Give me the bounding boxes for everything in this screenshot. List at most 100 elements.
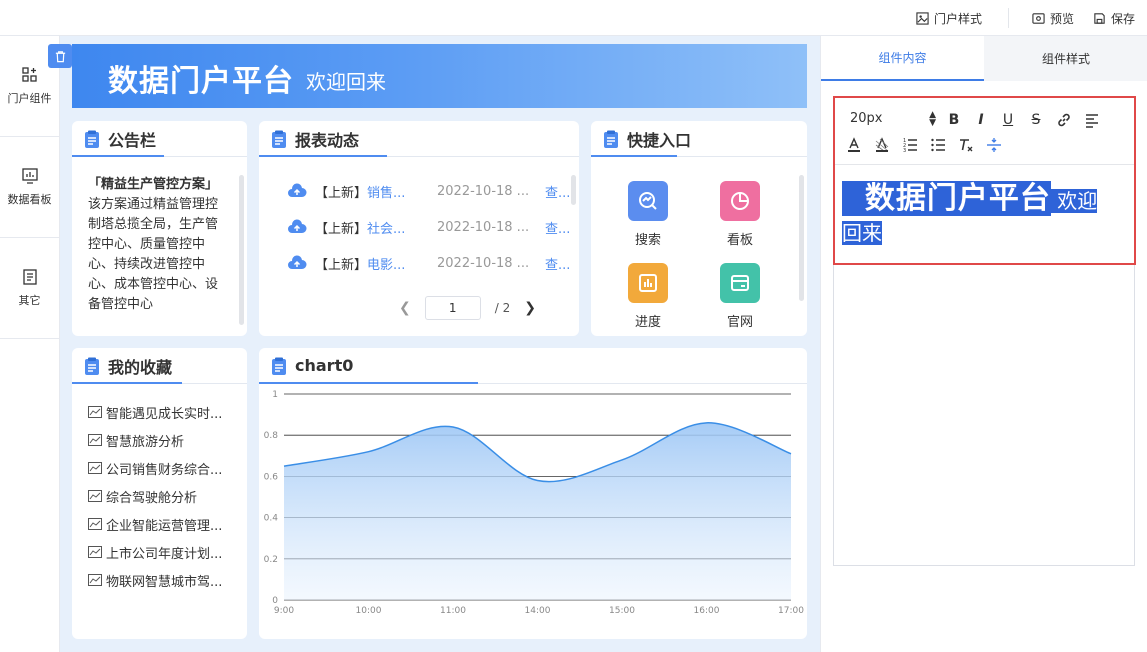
document-icon (22, 269, 37, 285)
chart-card[interactable]: chart0 0 0.2 0.4 0.6 0.8 1 9:00 10:00 11:00 14:00… (259, 348, 807, 639)
report-name[interactable]: 社会... (367, 218, 411, 237)
card-header: 我的收藏 (72, 348, 247, 384)
cloud-upload-icon (288, 183, 307, 197)
favorite-label: 企业智能运营管理... (106, 518, 223, 534)
quick-item-progress[interactable]: 进度 (618, 263, 678, 330)
reports-card[interactable]: 报表动态 【上新】 销售... 2022-10-18 ... 查... 【上新】… (259, 121, 579, 336)
report-date: 2022-10-18 ... (437, 219, 530, 235)
quick-item-website[interactable]: 官网 (710, 263, 770, 330)
report-tag: 【上新】 (315, 257, 368, 273)
board-tile (720, 181, 760, 221)
rail-item-data-board[interactable]: 数据看板 (0, 137, 59, 238)
scrollbar[interactable] (799, 175, 804, 301)
rail-label: 门户组件 (7, 92, 52, 105)
report-name[interactable]: 电影... (367, 254, 411, 273)
report-row[interactable]: 【上新】 电影... 2022-10-18 ... 查... (287, 253, 570, 273)
save-icon (1094, 13, 1105, 24)
prev-page-icon[interactable]: ❮ (399, 300, 411, 316)
page-input[interactable]: 1 (424, 296, 481, 320)
area-chart: 0 0.2 0.4 0.6 0.8 1 9:00 10:00 11:00 14:00 15:00 16… (264, 390, 805, 616)
favorite-item[interactable]: 智能遇见成长实时... (88, 402, 222, 422)
report-name[interactable]: 销售... (367, 182, 411, 201)
scrollbar[interactable] (239, 175, 244, 325)
favorite-label: 上市公司年度计划... (106, 546, 223, 562)
x-tick-label: 9:00 (274, 606, 294, 616)
website-tile (720, 263, 760, 303)
y-tick-label: 0 (272, 596, 278, 606)
line-chart-icon (88, 518, 102, 530)
page-total: / 2 (494, 301, 511, 315)
card-underline (72, 382, 182, 384)
card-title: 快捷入口 (627, 130, 692, 150)
portal-style-button[interactable]: 门户样式 (916, 10, 982, 27)
card-title: 我的收藏 (108, 357, 173, 377)
delete-button[interactable] (48, 44, 72, 68)
favorite-label: 智慧旅游分析 (106, 434, 185, 450)
favorite-label: 智能遇见成长实时... (106, 406, 223, 422)
report-tag: 【上新】 (315, 221, 368, 237)
save-button[interactable]: 保存 (1093, 10, 1135, 27)
banner-subtitle: 欢迎回来 (306, 70, 386, 94)
favorite-item[interactable]: 物联网智慧城市驾... (88, 570, 222, 590)
line-chart-icon (88, 406, 102, 418)
quick-label: 搜索 (634, 233, 661, 248)
cloud-upload-icon (288, 219, 307, 233)
portal-style-label: 门户样式 (934, 12, 983, 26)
card-underline (259, 155, 387, 157)
quick-entry-card[interactable]: 快捷入口 搜索 看板 进度 官网 (591, 121, 807, 336)
favorite-item[interactable]: 智慧旅游分析 (88, 430, 184, 450)
report-row[interactable]: 【上新】 社会... 2022-10-18 ... 查... (287, 217, 570, 237)
panel-tabs: 组件内容 组件样式 (821, 36, 1147, 81)
quick-item-board[interactable]: 看板 (710, 181, 770, 248)
tab-component-style[interactable]: 组件样式 (984, 36, 1147, 81)
favorite-item[interactable]: 综合驾驶舱分析 (88, 486, 197, 506)
eye-icon (1032, 13, 1045, 24)
report-view-link[interactable]: 查... (545, 182, 570, 201)
notice-content: 「精益生产管控方案」 该方案通过精益管理控制塔总揽全局，生产管控中心、质量管控中… (88, 175, 228, 315)
series-area (284, 422, 791, 600)
tab-component-content[interactable]: 组件内容 (821, 36, 984, 81)
notice-item-body: 该方案通过精益管理控制塔总揽全局，生产管控中心、质量管控中心、持续改进管控中心、… (88, 197, 219, 312)
report-row[interactable]: 【上新】 销售... 2022-10-18 ... 查... (287, 181, 570, 201)
y-tick-label: 0.2 (264, 555, 278, 565)
report-view-link[interactable]: 查... (545, 218, 570, 237)
preview-button[interactable]: 预览 (1032, 10, 1074, 27)
card-header: 快捷入口 (591, 121, 807, 157)
favorite-label: 公司销售财务综合... (106, 462, 223, 478)
pie-chart-icon (731, 192, 749, 210)
card-underline (591, 155, 677, 157)
rail-label: 数据看板 (7, 193, 52, 206)
report-date: 2022-10-18 ... (437, 183, 530, 199)
notice-item-title: 「精益生产管控方案」 (88, 177, 219, 192)
card-title: 公告栏 (108, 130, 157, 150)
report-view-link[interactable]: 查... (545, 254, 570, 273)
quick-label: 看板 (726, 233, 753, 248)
search-tile (628, 181, 668, 221)
card-header: 公告栏 (72, 121, 247, 157)
y-tick-label: 0.8 (264, 431, 279, 441)
notice-card[interactable]: 公告栏 「精益生产管控方案」 该方案通过精益管理控制塔总揽全局，生产管控中心、质… (72, 121, 247, 336)
x-tick-label: 15:00 (609, 606, 635, 616)
card-header: 报表动态 (259, 121, 579, 157)
chart-title: chart0 (295, 356, 354, 375)
card-title: 报表动态 (295, 130, 360, 150)
favorite-item[interactable]: 上市公司年度计划... (88, 542, 222, 562)
next-page-icon[interactable]: ❯ (524, 300, 536, 316)
x-tick-label: 16:00 (694, 606, 720, 616)
top-bar: 门户样式 预览 保存 (0, 0, 1147, 36)
divider (1008, 8, 1009, 28)
bar-chart-icon (639, 274, 657, 292)
clipboard-icon (272, 357, 286, 375)
favorite-item[interactable]: 公司销售财务综合... (88, 458, 222, 478)
y-tick-label: 1 (272, 390, 278, 400)
report-tag: 【上新】 (315, 185, 368, 201)
favorite-label: 物联网智慧城市驾... (106, 574, 223, 590)
banner[interactable]: 数据门户平台 欢迎回来 (72, 44, 807, 108)
favorite-item[interactable]: 企业智能运营管理... (88, 514, 222, 534)
scrollbar[interactable] (571, 175, 576, 205)
y-tick-label: 0.4 (264, 514, 279, 524)
line-chart-icon (88, 546, 102, 558)
favorites-card[interactable]: 我的收藏 智能遇见成长实时... 智慧旅游分析 公司销售财务综合... 综合驾驶… (72, 348, 247, 639)
quick-item-search[interactable]: 搜索 (618, 181, 678, 248)
rail-item-other[interactable]: 其它 (0, 238, 59, 339)
